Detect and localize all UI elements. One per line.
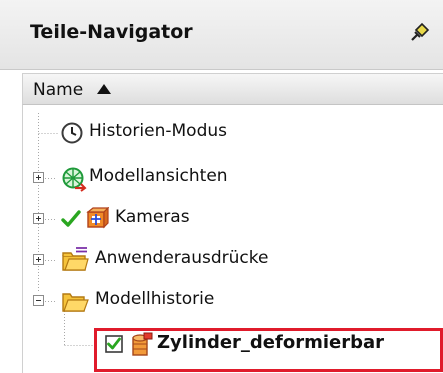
tree-item-label: Modellhistorie: [95, 289, 215, 309]
tree-item-label: Historien-Modus: [89, 121, 228, 141]
folder-open-icon: [62, 293, 89, 312]
tree-item-historien-modus[interactable]: Historien-Modus: [23, 113, 443, 153]
selection-highlight: [94, 328, 443, 372]
tree-item-modellansichten[interactable]: Modellansichten: [23, 158, 443, 198]
tree-item-modellhistorie[interactable]: Modellhistorie: [23, 281, 443, 321]
pushpin-icon[interactable]: [408, 22, 430, 44]
model-views-icon: [62, 167, 87, 192]
panel-title: Teile-Navigator: [30, 21, 193, 43]
collapse-icon[interactable]: [33, 295, 44, 306]
tree-item-kameras[interactable]: Kameras: [23, 199, 443, 239]
expand-icon[interactable]: [33, 254, 44, 265]
column-header-name[interactable]: Name: [22, 73, 443, 105]
tree-item-label: Modellansichten: [89, 166, 228, 186]
folder-expressions-icon: [62, 247, 89, 271]
column-header-label: Name: [33, 80, 84, 100]
title-bar: Teile-Navigator: [0, 0, 443, 70]
checkmark-icon: [61, 210, 81, 227]
tree-item-label: Anwenderausdrücke: [95, 248, 269, 268]
sort-ascending-icon: [97, 84, 111, 94]
camera-icon: [86, 207, 109, 229]
clock-icon: [61, 122, 83, 144]
part-navigator-panel: Teile-Navigator Name Historien-Modus Mod…: [0, 0, 443, 373]
expand-icon[interactable]: [33, 172, 44, 183]
expand-icon[interactable]: [33, 213, 44, 224]
tree-item-anwenderausdruecke[interactable]: Anwenderausdrücke: [23, 240, 443, 280]
tree-item-label: Kameras: [115, 207, 190, 227]
